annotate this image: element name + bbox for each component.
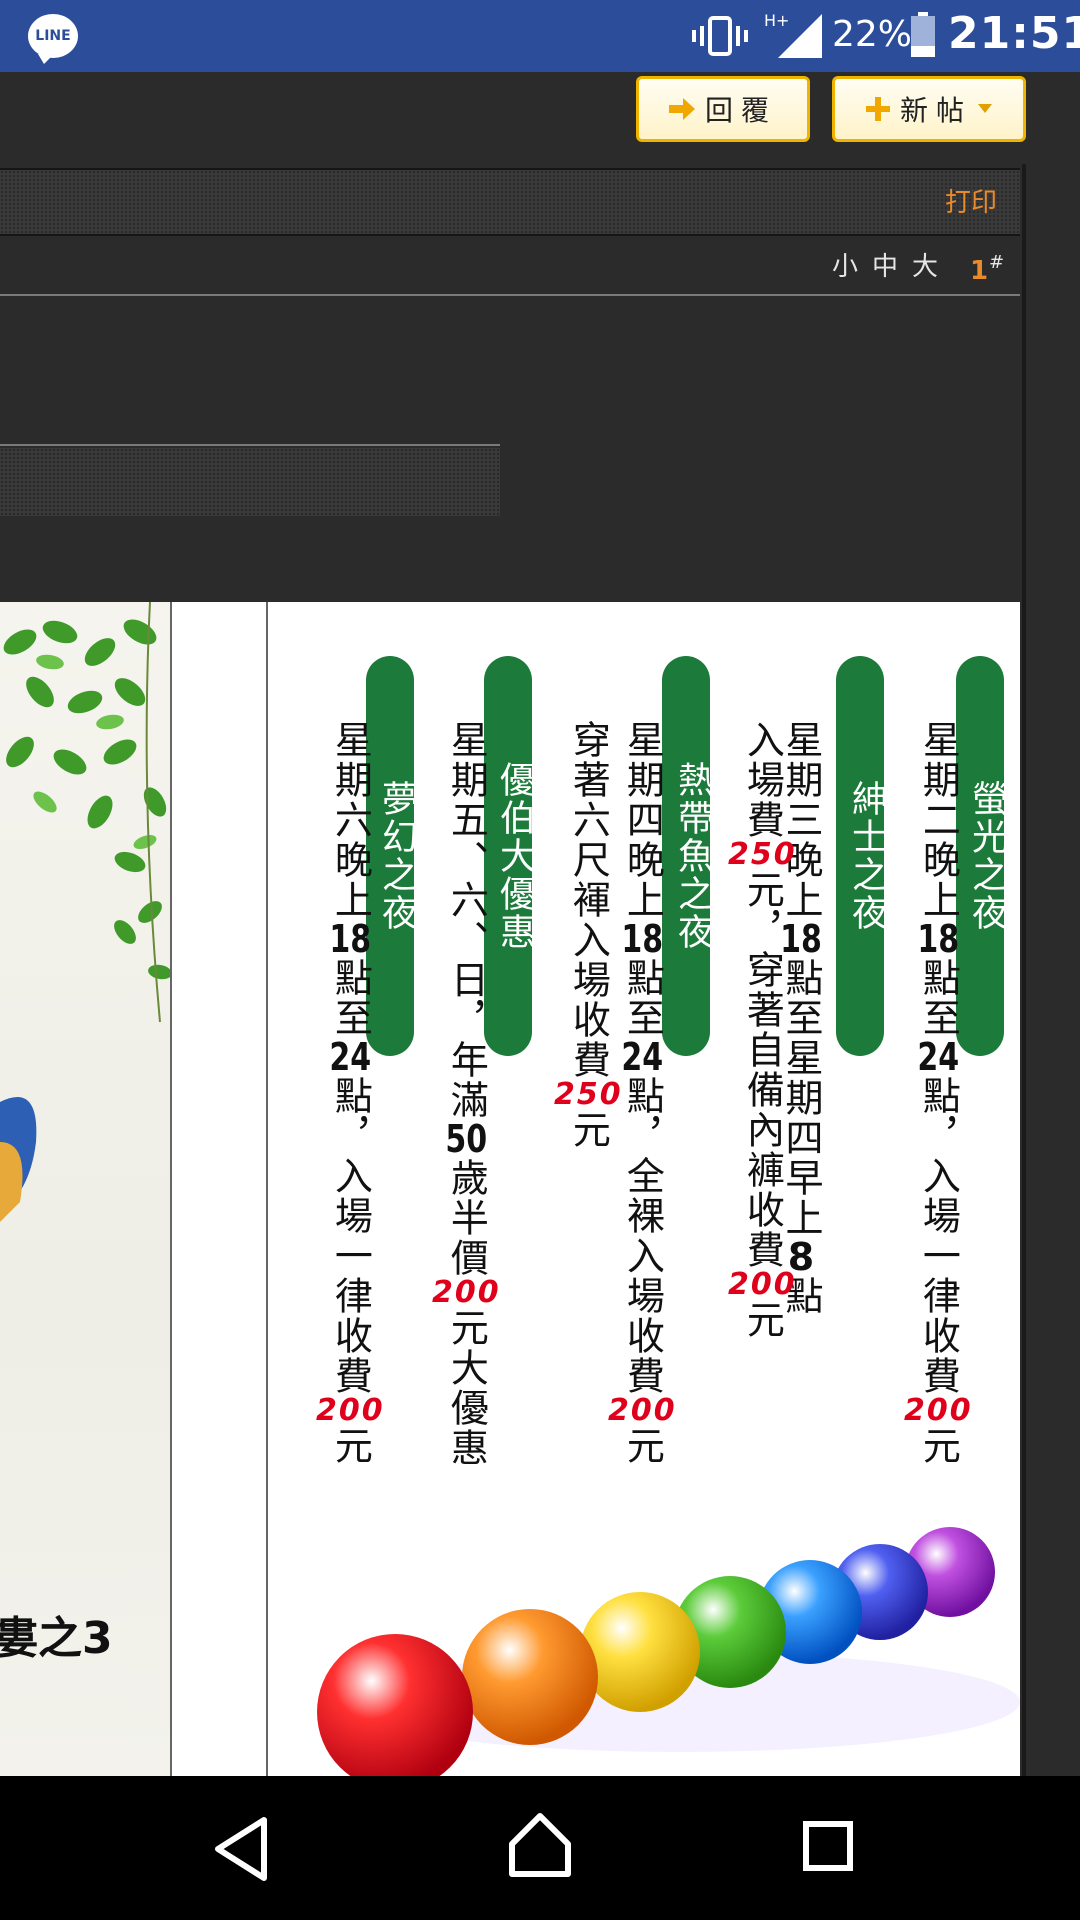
signature-bar <box>0 448 500 516</box>
night-desc-1: 星期二晚上18點至24點，入場一律收費200元 <box>904 720 973 1466</box>
divider <box>0 294 1020 296</box>
recent-apps-icon[interactable] <box>802 1820 854 1872</box>
chevron-down-icon[interactable] <box>978 104 992 114</box>
back-icon[interactable] <box>212 1814 272 1884</box>
night-desc-4: 星期五、六、日，年滿50歲半價200元大優惠 <box>432 720 501 1468</box>
poster-left-caption: 婁之3 <box>0 1613 113 1664</box>
night-desc-5: 星期六晚上18點至24點，入場一律收費200元 <box>316 720 385 1466</box>
reply-button[interactable]: 回覆 <box>636 76 810 142</box>
poster-image[interactable]: 婁之3 螢光之夜 星期二晚上18點至24點，入場一律收費200元 紳士之夜 星期… <box>0 602 1020 1776</box>
floor-number[interactable]: 1 <box>970 256 988 286</box>
clock: 21:51 <box>948 8 1080 59</box>
new-post-label: 新帖 <box>899 94 972 127</box>
rainbow-balls-illustration <box>317 1527 1020 1776</box>
reply-label: 回覆 <box>704 94 777 127</box>
bird-illustration <box>0 1097 37 1222</box>
night-desc-3-line-2: 穿著六尺褌入場收費250元 <box>554 720 623 1150</box>
battery-percent: 22% <box>832 14 913 55</box>
print-link[interactable]: 打印 <box>945 182 997 219</box>
font-size-links[interactable]: 小中大 <box>832 246 952 283</box>
signal-icon: H+ <box>764 11 822 58</box>
divider <box>0 444 500 446</box>
battery-icon <box>911 12 935 57</box>
post-header-bar <box>0 168 1020 236</box>
leaves-illustration <box>3 602 170 1023</box>
page-fold-line <box>266 602 268 1776</box>
navigation-bar <box>0 1776 1080 1920</box>
home-icon[interactable] <box>506 1810 574 1880</box>
status-bar: LINE H+ 22% 21:51 <box>0 0 1080 72</box>
plus-icon <box>865 97 890 121</box>
night-desc-2-line-2: 入場費250元，穿著自備內褲收費200元 <box>728 720 797 1340</box>
new-post-button[interactable]: 新帖 <box>832 76 1026 142</box>
poster-left-page: 婁之3 <box>0 602 172 1776</box>
night-title-2: 紳士之夜 <box>836 656 887 1056</box>
vibrate-icon <box>692 16 748 56</box>
line-app-icon: LINE <box>28 14 78 64</box>
floor-suffix: # <box>989 252 1005 273</box>
arrow-right-icon <box>668 98 695 120</box>
svg-text:H+: H+ <box>764 11 789 30</box>
